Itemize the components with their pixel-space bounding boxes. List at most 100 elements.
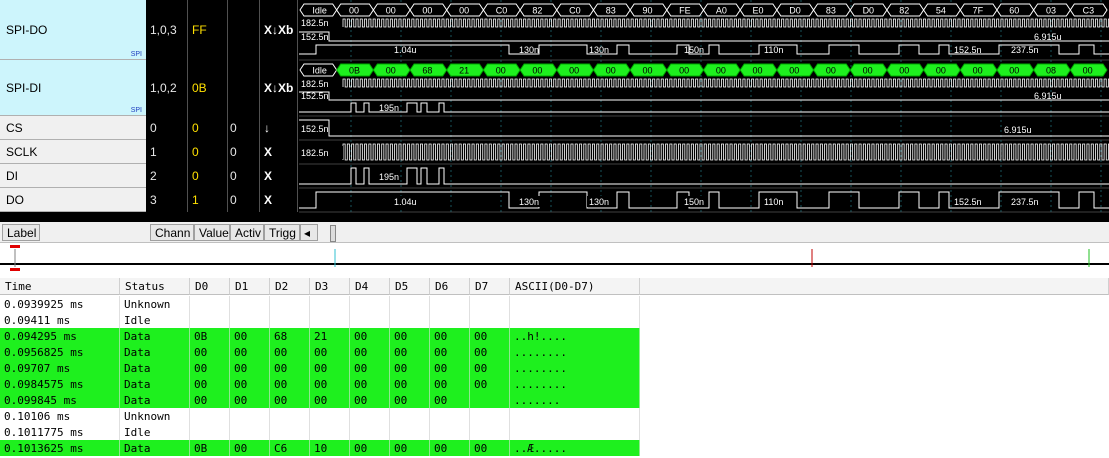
table-row[interactable]: 0.094295 ms Data 0B 00 68 21 00 00 00 00 ..h!....	[0, 328, 640, 344]
column-header-d0[interactable]: D0	[190, 278, 230, 295]
timeline-overview[interactable]	[0, 242, 1109, 277]
scroll-left-button[interactable]: ◂	[300, 224, 318, 241]
table-cell-d7: 00	[470, 440, 510, 456]
channel-label-do[interactable]: DO	[0, 188, 146, 212]
table-cell-status: Idle	[120, 312, 190, 328]
table-row[interactable]: 0.09707 ms Data 00 00 00 00 00 00 00 00........	[0, 360, 640, 376]
table-cell-d1	[230, 408, 270, 424]
channel-value-di: 0	[188, 164, 228, 188]
waveform-view[interactable]: Idle 00 00 00 00 C0 82 C0 83 90 FE A0 E0 D0 83 D0 82 54 7F…	[299, 0, 1109, 222]
channel-column-header[interactable]: Chann	[150, 224, 194, 241]
table-cell-d4: 00	[350, 440, 390, 456]
spi-di-bus-byte: 00	[936, 66, 946, 76]
spi-di-bus-byte: 00	[679, 66, 689, 76]
channel-activity-di: 0	[228, 164, 260, 188]
channel-panel: SPI-DO SPI 1,0,3 FF X↓Xb SPI-DI SPI 1,0,2 0B X↓Xb…	[0, 0, 1109, 222]
table-cell-d4: 00	[350, 344, 390, 360]
channel-trigger-cs[interactable]: ↓	[260, 116, 298, 140]
table-cell-d1	[230, 296, 270, 312]
splitter-handle[interactable]	[330, 225, 336, 242]
cursor-marker-top[interactable]	[10, 245, 20, 248]
column-header-time[interactable]: Time	[0, 278, 120, 295]
channel-label-cs[interactable]: CS	[0, 116, 146, 140]
table-row[interactable]: 0.1011775 ms Idle	[0, 424, 640, 440]
table-cell-status: Data	[120, 440, 190, 456]
channel-value-spi-di: 0B	[188, 60, 228, 116]
channel-label-spi-do[interactable]: SPI-DO SPI	[0, 0, 146, 60]
value-column-header[interactable]: Value	[194, 224, 230, 241]
spi-do-bus-byte: A0	[716, 6, 727, 16]
spi-do-pulse-width: 150n	[684, 45, 704, 55]
table-row[interactable]: 0.1013625 ms Data 0B 00 C6 10 00 00 00 00 ..Æ.....	[0, 440, 640, 456]
spi-do-pulse-width: 1.04u	[394, 45, 417, 55]
spi-di-cs-trace	[299, 91, 1109, 101]
channel-label-spi-di[interactable]: SPI-DI SPI	[0, 60, 146, 116]
column-header-d4[interactable]: D4	[350, 278, 390, 295]
spi-do-bus-byte: 00	[422, 6, 432, 16]
table-cell-d6	[430, 312, 470, 328]
table-cell-status: Data	[120, 360, 190, 376]
table-cell-d0: 0B	[190, 440, 230, 456]
do-pulse-width: 1.04u	[394, 197, 417, 207]
table-row[interactable]: 0.0956825 ms Data 00 00 00 00 00 00 00 00........	[0, 344, 640, 360]
column-header-d7[interactable]: D7	[470, 278, 510, 295]
column-header-d6[interactable]: D6	[430, 278, 470, 295]
label-column-header[interactable]: Label	[2, 224, 40, 241]
table-row[interactable]: 0.0984575 ms Data 00 00 00 00 00 00 00 00........	[0, 376, 640, 392]
do-pulse-width: 110n	[764, 197, 783, 207]
channel-trigger-spi-do[interactable]: X↓Xb	[260, 0, 298, 60]
table-row[interactable]: 0.10106 ms Unknown	[0, 408, 640, 424]
table-cell-time: 0.09707 ms	[0, 360, 120, 376]
table-cell-d5: 00	[390, 392, 430, 408]
table-cell-d4: 00	[350, 376, 390, 392]
spi-do-bus-byte: 00	[349, 6, 359, 16]
di-trace	[299, 167, 1109, 185]
table-row[interactable]: 0.099845 ms Data 00 00 00 00 00 00 00.......	[0, 392, 640, 408]
spi-do-measure: 182.5n	[301, 18, 329, 28]
column-header-status[interactable]: Status	[120, 278, 190, 295]
spi-do-bus-byte: 90	[642, 6, 652, 16]
active-column-header[interactable]: Activ	[230, 224, 264, 241]
do-pulse-width: 237.5n	[1011, 197, 1039, 207]
trigger-column-header[interactable]: Trigg	[264, 224, 300, 241]
channel-trigger-spi-di[interactable]: X↓Xb	[260, 60, 298, 116]
table-cell-d1: 00	[230, 392, 270, 408]
table-cell-time: 0.09411 ms	[0, 312, 120, 328]
channel-trigger-di[interactable]: X	[260, 164, 298, 188]
column-header-d2[interactable]: D2	[270, 278, 310, 295]
table-cell-d0: 00	[190, 392, 230, 408]
table-cell-d5: 00	[390, 328, 430, 344]
channel-label-sclk[interactable]: SCLK	[0, 140, 146, 164]
spi-di-bus-byte: 00	[569, 66, 579, 76]
column-header-d5[interactable]: D5	[390, 278, 430, 295]
decode-table: Time Status D0 D1 D2 D3 D4 D5 D6 D7 ASCII(D0-D7) 0…	[0, 278, 1109, 458]
channel-label-di[interactable]: DI	[0, 164, 146, 188]
table-cell-d3	[310, 312, 350, 328]
table-cell-ascii-d0-d7	[510, 424, 640, 440]
table-cell-d5: 00	[390, 360, 430, 376]
table-cell-ascii-d0-d7: ..h!....	[510, 328, 640, 344]
spi-do-bus-byte: D0	[863, 6, 875, 16]
spi-di-bus-byte: 00	[1009, 66, 1019, 76]
spi-do-pulse-width: 130n	[589, 45, 609, 55]
channel-trigger-sclk[interactable]: X	[260, 140, 298, 164]
column-header-ascii-d0-d7[interactable]: ASCII(D0-D7)	[510, 278, 640, 295]
table-cell-d4	[350, 296, 390, 312]
table-row[interactable]: 0.0939925 ms Unknown	[0, 296, 640, 312]
channel-index-cs: 0	[146, 116, 188, 140]
table-cell-time: 0.0939925 ms	[0, 296, 120, 312]
channel-index-spi-di: 1,0,2	[146, 60, 188, 116]
channel-trigger-do[interactable]: X	[260, 188, 298, 212]
table-cell-d6	[430, 424, 470, 440]
table-cell-ascii-d0-d7	[510, 408, 640, 424]
table-cell-status: Data	[120, 344, 190, 360]
table-cell-status: Unknown	[120, 408, 190, 424]
column-header-d3[interactable]: D3	[310, 278, 350, 295]
table-cell-d1	[230, 424, 270, 440]
table-row[interactable]: 0.09411 ms Idle	[0, 312, 640, 328]
spi-do-pulse-width: 130n	[519, 45, 539, 55]
spi-do-clock-trace	[342, 18, 1109, 28]
cursor-marker-bottom[interactable]	[10, 268, 20, 271]
column-header-d1[interactable]: D1	[230, 278, 270, 295]
spi-do-bus-byte: 00	[386, 6, 396, 16]
